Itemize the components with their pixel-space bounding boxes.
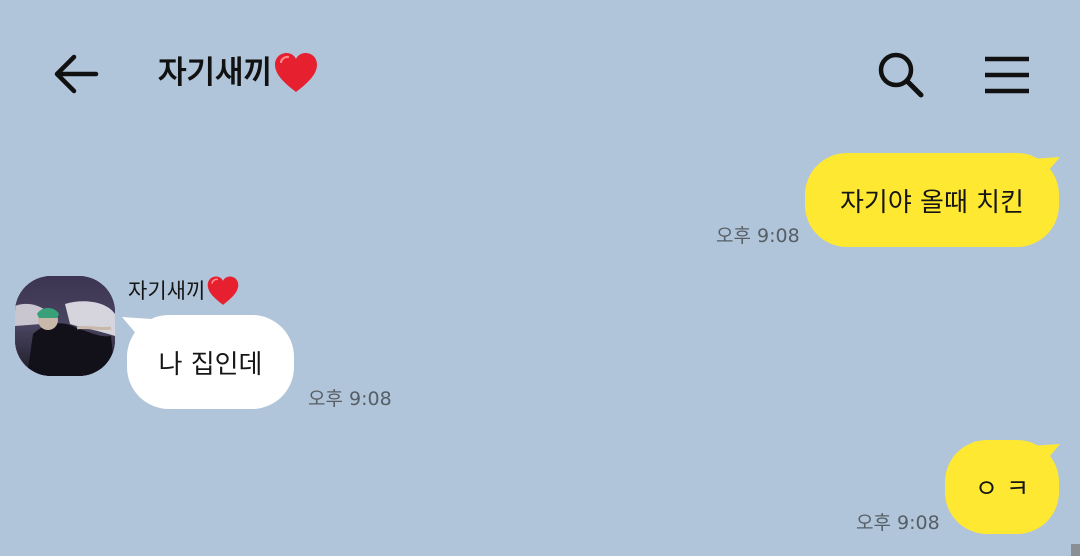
avatar-photo bbox=[15, 276, 115, 376]
hamburger-menu-icon bbox=[985, 56, 1029, 94]
search-icon bbox=[878, 52, 924, 98]
scrollbar[interactable] bbox=[1071, 544, 1080, 556]
sender-name: 자기새끼 bbox=[128, 274, 240, 308]
chat-header: 자기새끼 bbox=[0, 0, 1080, 140]
message-bubble-outgoing[interactable]: ㅇ ㅋ bbox=[945, 440, 1059, 534]
back-button[interactable] bbox=[48, 48, 104, 100]
message-text: 자기야 올때 치킨 bbox=[840, 187, 1024, 218]
message-time: 오후 9:08 bbox=[856, 512, 940, 534]
chat-title-text: 자기새끼 bbox=[158, 55, 273, 91]
menu-button[interactable] bbox=[976, 46, 1038, 104]
sender-name-text: 자기새끼 bbox=[128, 279, 206, 303]
message-time: 오후 9:08 bbox=[716, 225, 800, 247]
heart-icon bbox=[208, 276, 239, 305]
avatar[interactable] bbox=[15, 276, 115, 376]
heart-icon bbox=[275, 53, 318, 92]
message-bubble-incoming[interactable]: 나 집인데 bbox=[127, 315, 294, 409]
search-button[interactable] bbox=[870, 46, 932, 104]
message-text: ㅇ ㅋ bbox=[975, 474, 1029, 503]
chat-title: 자기새끼 bbox=[158, 50, 319, 96]
message-text: 나 집인데 bbox=[158, 349, 263, 380]
message-bubble-outgoing[interactable]: 자기야 올때 치킨 bbox=[805, 153, 1059, 247]
message-time: 오후 9:08 bbox=[308, 388, 392, 410]
arrow-left-icon bbox=[54, 54, 99, 94]
